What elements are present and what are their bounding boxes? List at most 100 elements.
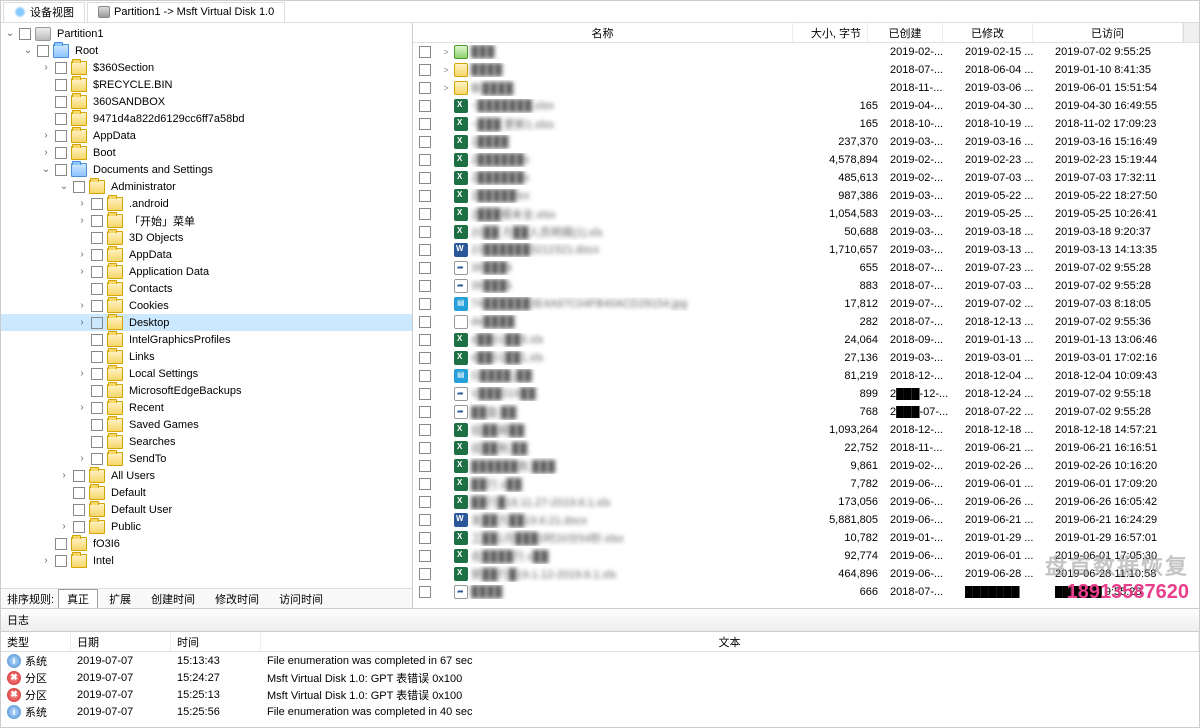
checkbox[interactable] xyxy=(73,521,85,533)
tree-row[interactable]: ⌄Documents and Settings xyxy=(1,161,412,178)
expand-toggle[interactable]: ⌄ xyxy=(3,28,17,39)
col-modified[interactable]: 已修改 xyxy=(943,23,1033,42)
checkbox[interactable] xyxy=(91,436,103,448)
sort-real[interactable]: 真正 xyxy=(58,589,98,609)
expand-toggle[interactable]: ⌄ xyxy=(57,181,71,192)
log-col-text[interactable]: 文本 xyxy=(261,632,1199,651)
tree-row[interactable]: ›Application Data xyxy=(1,263,412,280)
log-row[interactable]: ✖分区2019-07-0715:25:13Msft Virtual Disk 1… xyxy=(1,686,1199,703)
file-row[interactable]: V███019██8992███-12-...2018-12-24 ...201… xyxy=(413,385,1199,403)
tree-row[interactable]: Default User xyxy=(1,501,412,518)
checkbox[interactable] xyxy=(91,368,103,380)
checkbox[interactable] xyxy=(73,181,85,193)
expand-toggle[interactable]: › xyxy=(39,147,53,158)
checkbox[interactable] xyxy=(91,453,103,465)
checkbox[interactable] xyxy=(419,82,431,94)
expand-toggle[interactable]: › xyxy=(75,198,89,209)
checkbox[interactable] xyxy=(419,532,431,544)
file-row[interactable]: >████2018-07-...2018-06-04 ...2019-01-10… xyxy=(413,61,1199,79)
checkbox[interactable] xyxy=(91,385,103,397)
tree-row[interactable]: ›Boot xyxy=(1,144,412,161)
file-row[interactable]: ~███ 更新1.xlsx1652018-10-...2018-10-19 ..… xyxy=(413,115,1199,133)
file-row[interactable]: 郭██行█19.1.12-2019.6.1.xls464,8962019-06-… xyxy=(413,565,1199,583)
expand-toggle[interactable]: › xyxy=(75,266,89,277)
file-row[interactable]: 2██████x4,578,8942019-02-...2019-02-23 .… xyxy=(413,151,1199,169)
file-row[interactable]: ██行.x██7,7822019-06-...2019-06-01 ...201… xyxy=(413,475,1199,493)
checkbox[interactable] xyxy=(91,215,103,227)
checkbox[interactable] xyxy=(419,514,431,526)
checkbox[interactable] xyxy=(55,113,67,125)
file-row[interactable]: 74██████3E4A97C04FB40ACD28154.jpg17,8122… xyxy=(413,295,1199,313)
tree-row[interactable]: 360SANDBOX xyxy=(1,93,412,110)
file-row[interactable]: 20██ 方██人员明细(1).xls50,6882019-03-...2019… xyxy=(413,223,1199,241)
tree-row[interactable]: ›Cookies xyxy=(1,297,412,314)
checkbox[interactable] xyxy=(19,28,31,40)
tree-row[interactable]: ⌄Root xyxy=(1,42,412,59)
checkbox[interactable] xyxy=(55,147,67,159)
checkbox[interactable] xyxy=(419,442,431,454)
file-row[interactable]: 1████237,3702019-03-...2019-03-16 ...201… xyxy=(413,133,1199,151)
file-row[interactable]: 2███细未全.xlsx1,054,5832019-03-...2019-05-… xyxy=(413,205,1199,223)
checkbox[interactable] xyxy=(91,232,103,244)
expand-toggle[interactable]: › xyxy=(39,62,53,73)
sort-created[interactable]: 创建时间 xyxy=(142,589,204,609)
checkbox[interactable] xyxy=(91,402,103,414)
checkbox[interactable] xyxy=(91,283,103,295)
tree-row[interactable]: ›Local Settings xyxy=(1,365,412,382)
tree-row[interactable]: ›「开始」菜单 xyxy=(1,212,412,229)
checkbox[interactable] xyxy=(91,300,103,312)
log-col-type[interactable]: 类型 xyxy=(1,632,71,651)
log-body[interactable]: i系统2019-07-0715:13:43File enumeration wa… xyxy=(1,652,1199,727)
log-row[interactable]: i系统2019-07-0715:13:43File enumeration wa… xyxy=(1,652,1199,669)
tree-row[interactable]: ⌄Administrator xyxy=(1,178,412,195)
checkbox[interactable] xyxy=(91,317,103,329)
col-accessed[interactable]: 已访问 xyxy=(1033,23,1183,42)
tab-device-view[interactable]: 设备视图 xyxy=(3,2,85,22)
tree-row[interactable]: Searches xyxy=(1,433,412,450)
sort-accessed[interactable]: 访问时间 xyxy=(270,589,332,609)
checkbox[interactable] xyxy=(419,208,431,220)
tree-row[interactable]: Links xyxy=(1,348,412,365)
checkbox[interactable] xyxy=(419,316,431,328)
tree-row[interactable]: ›AppData xyxy=(1,246,412,263)
checkbox[interactable] xyxy=(419,478,431,490)
checkbox[interactable] xyxy=(73,504,85,516)
file-row[interactable]: 名████行.x██92,7742019-06-...2019-06-01 ..… xyxy=(413,547,1199,565)
file-row[interactable]: 2██████x485,6132019-02-...2019-07-03 ...… xyxy=(413,169,1199,187)
log-row[interactable]: ✖分区2019-07-0715:24:27Msft Virtual Disk 1… xyxy=(1,669,1199,686)
expand-toggle[interactable]: > xyxy=(441,65,451,75)
file-row[interactable]: 36███k6552018-07-...2019-07-23 ...2019-0… xyxy=(413,259,1199,277)
expand-toggle[interactable]: › xyxy=(75,402,89,413)
checkbox[interactable] xyxy=(419,172,431,184)
file-row[interactable]: ██盘.██7682███-07-...2018-07-22 ...2019-0… xyxy=(413,403,1199,421)
checkbox[interactable] xyxy=(37,45,49,57)
file-row[interactable]: 括██细██1,093,2642018-12-...2018-12-18 ...… xyxy=(413,421,1199,439)
col-created[interactable]: 已创建 xyxy=(868,23,943,42)
expand-toggle[interactable]: › xyxy=(39,555,53,566)
tree-row[interactable]: ⌄Partition1 xyxy=(1,25,412,42)
file-row[interactable]: 发██方██19.6.21.docx5,881,8052019-06-...20… xyxy=(413,511,1199,529)
tab-partition[interactable]: Partition1 -> Msft Virtual Disk 1.0 xyxy=(87,2,285,22)
checkbox[interactable] xyxy=(419,118,431,130)
checkbox[interactable] xyxy=(55,62,67,74)
expand-toggle[interactable]: › xyxy=(75,453,89,464)
checkbox[interactable] xyxy=(419,496,431,508)
file-row[interactable]: G████.j██81,2192018-12-...2018-12-04 ...… xyxy=(413,367,1199,385)
tree-row[interactable]: ›.android xyxy=(1,195,412,212)
tree-row[interactable]: ›AppData xyxy=(1,127,412,144)
tree-row[interactable]: ›Intel xyxy=(1,552,412,569)
tree-row[interactable]: ›All Users xyxy=(1,467,412,484)
checkbox[interactable] xyxy=(419,46,431,58)
file-row[interactable]: ~███████.xlsx1652019-04-...2019-04-30 ..… xyxy=(413,97,1199,115)
checkbox[interactable] xyxy=(55,555,67,567)
checkbox[interactable] xyxy=(419,388,431,400)
checkbox[interactable] xyxy=(419,190,431,202)
tree-row[interactable]: IntelGraphicsProfiles xyxy=(1,331,412,348)
checkbox[interactable] xyxy=(55,164,67,176)
checkbox[interactable] xyxy=(73,487,85,499)
log-row[interactable]: i系统2019-07-0715:25:56File enumeration wa… xyxy=(1,703,1199,720)
checkbox[interactable] xyxy=(419,64,431,76)
tree-row[interactable]: MicrosoftEdgeBackups xyxy=(1,382,412,399)
tree-row[interactable]: ›Recent xyxy=(1,399,412,416)
tree-row[interactable]: $RECYCLE.BIN xyxy=(1,76,412,93)
